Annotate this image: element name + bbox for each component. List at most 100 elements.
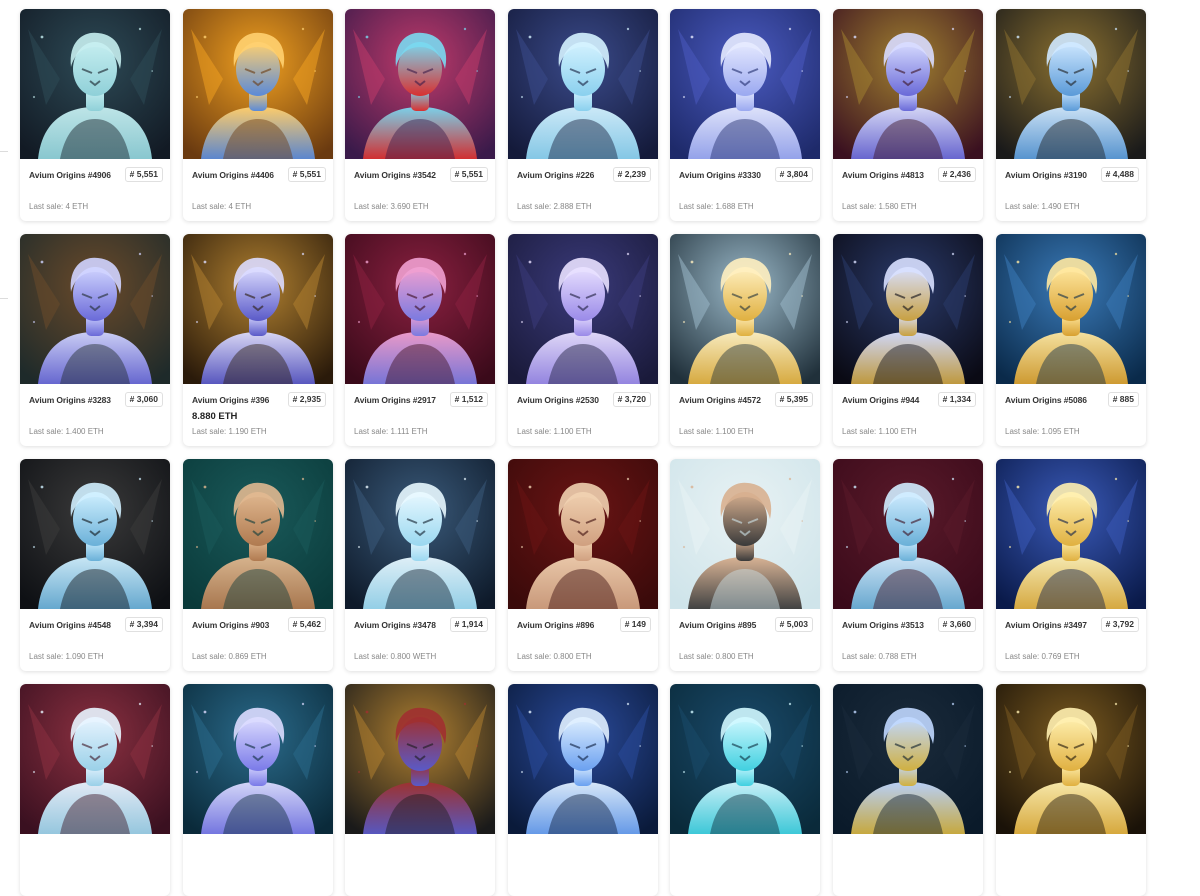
last-sale-price: Last sale: 2.888 ETH: [517, 202, 592, 211]
nft-image[interactable]: [20, 9, 170, 159]
nft-card[interactable]: [20, 684, 170, 896]
nft-card[interactable]: [996, 684, 1146, 896]
nft-image[interactable]: [670, 459, 820, 609]
nft-card[interactable]: Avium Origins #5086 # 885 Last sale: 1.095…: [996, 234, 1146, 446]
nft-image[interactable]: [670, 9, 820, 159]
rarity-rank-badge: # 885: [1107, 392, 1139, 407]
nft-name: Avium Origins #3283: [29, 395, 111, 405]
nft-image[interactable]: [508, 684, 658, 834]
nft-card[interactable]: Avium Origins #3542 # 5,551 Last sale: 3.6…: [345, 9, 495, 221]
last-sale-price: Last sale: 3.690 ETH: [354, 202, 429, 211]
nft-card[interactable]: Avium Origins #3513 # 3,660 Last sale: 0.7…: [833, 459, 983, 671]
nft-image[interactable]: [996, 684, 1146, 834]
nft-card[interactable]: [183, 684, 333, 896]
nft-name: Avium Origins #3478: [354, 620, 436, 630]
last-sale-price: Last sale: 0.788 ETH: [842, 652, 917, 661]
nft-card[interactable]: Avium Origins #3478 # 1,914 Last sale: 0.8…: [345, 459, 495, 671]
rarity-rank-badge: # 5,003: [774, 617, 813, 632]
rarity-rank-badge: # 3,660: [937, 617, 976, 632]
nft-image[interactable]: [833, 234, 983, 384]
nft-image[interactable]: [670, 684, 820, 834]
last-sale-price: Last sale: 1.095 ETH: [1005, 427, 1080, 436]
nft-artwork: [833, 234, 983, 384]
nft-card[interactable]: Avium Origins #2530 # 3,720 Last sale: 1.1…: [508, 234, 658, 446]
last-sale-price: Last sale: 0.869 ETH: [192, 652, 267, 661]
nft-card[interactable]: [345, 684, 495, 896]
nft-card[interactable]: Avium Origins #3190 # 4,488 Last sale: 1.4…: [996, 9, 1146, 221]
nft-artwork: [508, 9, 658, 159]
nft-image[interactable]: [183, 234, 333, 384]
last-sale-price: Last sale: 1.490 ETH: [1005, 202, 1080, 211]
nft-card[interactable]: Avium Origins #396 # 2,935 8.880 ETH Last s…: [183, 234, 333, 446]
nft-image[interactable]: [508, 234, 658, 384]
last-sale-price: Last sale: 0.769 ETH: [1005, 652, 1080, 661]
nft-image[interactable]: [20, 684, 170, 834]
nft-image[interactable]: [183, 9, 333, 159]
nft-name: Avium Origins #3190: [1005, 170, 1087, 180]
nft-card[interactable]: Avium Origins #944 # 1,334 Last sale: 1.10…: [833, 234, 983, 446]
nft-artwork: [20, 9, 170, 159]
nft-artwork: [833, 9, 983, 159]
rarity-rank-badge: # 5,395: [774, 392, 813, 407]
nft-artwork: [345, 9, 495, 159]
nft-card[interactable]: Avium Origins #4813 # 2,436 Last sale: 1.5…: [833, 9, 983, 221]
rarity-rank-badge: # 3,720: [612, 392, 651, 407]
nft-card[interactable]: Avium Origins #895 # 5,003 Last sale: 0.80…: [670, 459, 820, 671]
nft-card[interactable]: Avium Origins #3497 # 3,792 Last sale: 0.7…: [996, 459, 1146, 671]
last-sale-price: Last sale: 1.580 ETH: [842, 202, 917, 211]
rarity-rank-badge: # 3,804: [774, 167, 813, 182]
nft-name: Avium Origins #2530: [517, 395, 599, 405]
nft-card[interactable]: Avium Origins #903 # 5,462 Last sale: 0.86…: [183, 459, 333, 671]
nft-image[interactable]: [833, 684, 983, 834]
nft-image[interactable]: [345, 684, 495, 834]
nft-image[interactable]: [20, 234, 170, 384]
nft-image[interactable]: [996, 9, 1146, 159]
nft-card[interactable]: [833, 684, 983, 896]
nft-image[interactable]: [508, 459, 658, 609]
nft-image[interactable]: [345, 459, 495, 609]
nft-card[interactable]: [508, 684, 658, 896]
nft-artwork: [670, 459, 820, 609]
last-sale-price: Last sale: 4 ETH: [29, 202, 89, 211]
nft-image[interactable]: [183, 459, 333, 609]
rarity-rank-badge: # 5,551: [449, 167, 488, 182]
nft-image[interactable]: [20, 459, 170, 609]
nft-artwork: [183, 234, 333, 384]
nft-image[interactable]: [670, 234, 820, 384]
nft-name: Avium Origins #895: [679, 620, 757, 630]
rarity-rank-badge: # 149: [619, 617, 651, 632]
last-sale-price: Last sale: 1.100 ETH: [517, 427, 592, 436]
last-sale-price: Last sale: 1.100 ETH: [679, 427, 754, 436]
nft-card[interactable]: [670, 684, 820, 896]
nft-image[interactable]: [996, 234, 1146, 384]
nft-image[interactable]: [833, 459, 983, 609]
nft-artwork: [20, 459, 170, 609]
nft-image[interactable]: [183, 684, 333, 834]
nft-name: Avium Origins #396: [192, 395, 270, 405]
rarity-rank-badge: # 3,792: [1100, 617, 1139, 632]
nft-image[interactable]: [345, 9, 495, 159]
nft-artwork: [670, 9, 820, 159]
last-sale-price: Last sale: 1.190 ETH: [192, 427, 267, 436]
nft-card[interactable]: Avium Origins #896 # 149 Last sale: 0.800 …: [508, 459, 658, 671]
nft-image[interactable]: [345, 234, 495, 384]
nft-card[interactable]: Avium Origins #4406 # 5,551 Last sale: 4 E…: [183, 9, 333, 221]
nft-name: Avium Origins #4813: [842, 170, 924, 180]
nft-card[interactable]: Avium Origins #2917 # 1,512 Last sale: 1.1…: [345, 234, 495, 446]
nft-image[interactable]: [508, 9, 658, 159]
nft-image[interactable]: [996, 459, 1146, 609]
nft-card[interactable]: Avium Origins #3330 # 3,804 Last sale: 1.6…: [670, 9, 820, 221]
nft-card[interactable]: Avium Origins #4548 # 3,394 Last sale: 1.0…: [20, 459, 170, 671]
nft-artwork: [670, 234, 820, 384]
nft-card[interactable]: Avium Origins #4572 # 5,395 Last sale: 1.1…: [670, 234, 820, 446]
rarity-rank-badge: # 2,239: [612, 167, 651, 182]
nft-card[interactable]: Avium Origins #226 # 2,239 Last sale: 2.88…: [508, 9, 658, 221]
nft-card[interactable]: Avium Origins #3283 # 3,060 Last sale: 1.4…: [20, 234, 170, 446]
last-sale-price: Last sale: 1.688 ETH: [679, 202, 754, 211]
last-sale-price: Last sale: 1.400 ETH: [29, 427, 104, 436]
rarity-rank-badge: # 2,436: [937, 167, 976, 182]
nft-image[interactable]: [833, 9, 983, 159]
nft-name: Avium Origins #4906: [29, 170, 111, 180]
nft-artwork: [508, 684, 658, 834]
nft-card[interactable]: Avium Origins #4906 # 5,551 Last sale: 4 E…: [20, 9, 170, 221]
